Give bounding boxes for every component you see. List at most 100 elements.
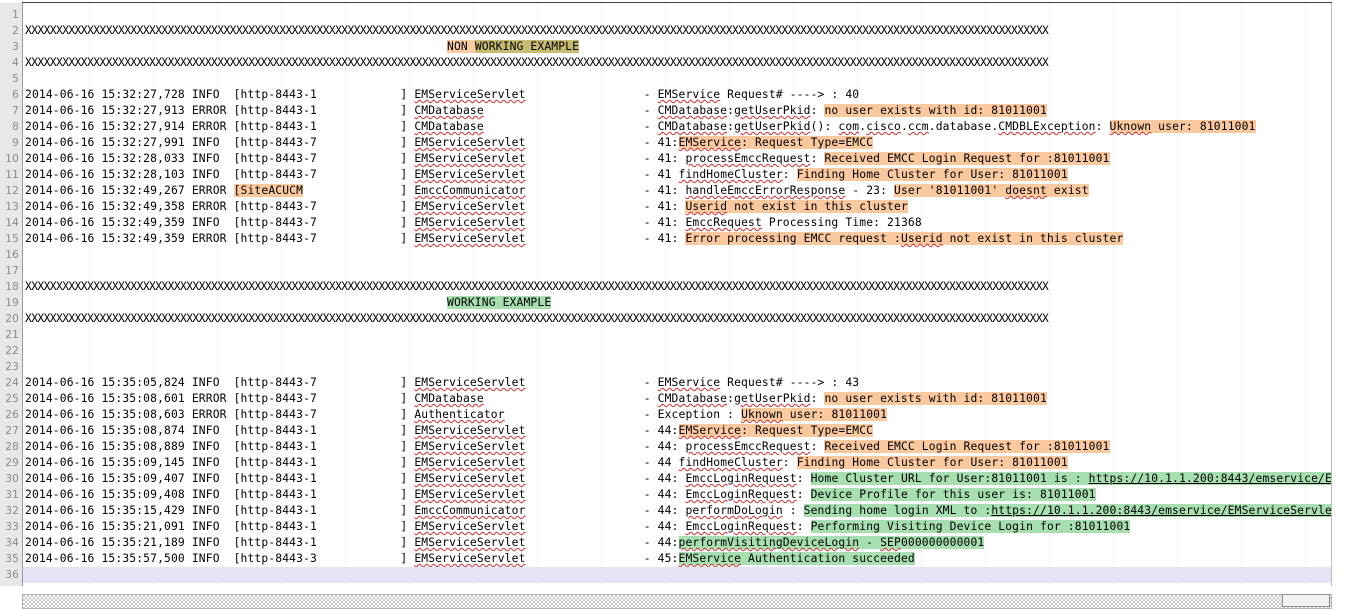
log-line-row[interactable]: 2014-06-16 15:32:28,103 INFO [http-8443-… <box>23 167 1331 183</box>
log-level: ERROR <box>191 120 234 133</box>
row-number[interactable]: 17 <box>0 263 19 279</box>
log-line-row[interactable]: 2014-06-16 15:32:49,267 ERROR [SiteACUCM… <box>23 183 1331 199</box>
separator-row[interactable]: XXXXXXXXXXXXXXXXXXXXXXXXXXXXXXXXXXXXXXXX… <box>23 279 1331 295</box>
row-number[interactable]: 22 <box>0 343 19 359</box>
log-line-row[interactable]: 2014-06-16 15:32:27,913 ERROR [http-8443… <box>23 103 1331 119</box>
log-message-highlight: EMService: Request Type=EMCC <box>678 424 874 437</box>
row-text: 2014-06-16 15:35:09,407 INFO [http-8443-… <box>25 471 1331 487</box>
log-timestamp: 2014-06-16 15:35:05,824 <box>25 376 192 389</box>
scrollbar-thumb[interactable] <box>1282 594 1330 607</box>
log-line-row[interactable]: 2014-06-16 15:35:08,874 INFO [http-8443-… <box>23 423 1331 439</box>
log-line-row[interactable]: 2014-06-16 15:35:08,889 INFO [http-8443-… <box>23 439 1331 455</box>
log-message-plain: EMService Request# ----> : 40 <box>657 88 860 101</box>
row-number[interactable]: 3 <box>0 39 19 55</box>
row-number[interactable]: 33 <box>0 519 19 535</box>
row-number[interactable]: 19 <box>0 295 19 311</box>
row-number[interactable]: 29 <box>0 455 19 471</box>
log-line-row[interactable]: 2014-06-16 15:32:27,991 INFO [http-8443-… <box>23 135 1331 151</box>
working-banner-row[interactable]: WORKING EXAMPLE <box>23 295 1331 311</box>
log-thread: [http-8443-7 <box>233 136 317 149</box>
row-number[interactable]: 28 <box>0 439 19 455</box>
log-message-highlight: Uknown user: 81011001 <box>1109 120 1256 133</box>
row-number[interactable]: 30 <box>0 471 19 487</box>
row-number[interactable]: 15 <box>0 231 19 247</box>
log-line-row[interactable]: 2014-06-16 15:35:08,603 ERROR [http-8443… <box>23 407 1331 423</box>
sheet-body[interactable]: XXXXXXXXXXXXXXXXXXXXXXXXXXXXXXXXXXXXXXXX… <box>23 3 1332 586</box>
log-line-row[interactable]: 2014-06-16 15:35:15,429 INFO [http-8443-… <box>23 503 1331 519</box>
row-number[interactable]: 24 <box>0 375 19 391</box>
log-line-row[interactable]: 2014-06-16 15:35:05,824 INFO [http-8443-… <box>23 375 1331 391</box>
log-message-highlight: Home Cluster URL for User:81011001 is : <box>810 472 1089 485</box>
row-number[interactable]: 11 <box>0 167 19 183</box>
log-message-highlight: no user exists with id: 81011001 <box>824 392 1047 405</box>
log-line-row[interactable]: 2014-06-16 15:32:49,359 ERROR [http-8443… <box>23 231 1331 247</box>
log-line-row[interactable]: 2014-06-16 15:35:08,601 ERROR [http-8443… <box>23 391 1331 407</box>
log-line-row[interactable]: 2014-06-16 15:32:27,914 ERROR [http-8443… <box>23 119 1331 135</box>
log-dash: - <box>622 184 658 197</box>
separator-row[interactable]: XXXXXXXXXXXXXXXXXXXXXXXXXXXXXXXXXXXXXXXX… <box>23 311 1331 327</box>
log-line-row[interactable]: 2014-06-16 15:35:21,189 INFO [http-8443-… <box>23 535 1331 551</box>
row-number[interactable]: 16 <box>0 247 19 263</box>
log-message-plain: 41: <box>657 232 686 245</box>
log-line-row[interactable]: 2014-06-16 15:35:21,091 INFO [http-8443-… <box>23 519 1331 535</box>
row-text: 2014-06-16 15:35:09,408 INFO [http-8443-… <box>25 487 1096 503</box>
row-number[interactable]: 26 <box>0 407 19 423</box>
row-number[interactable]: 13 <box>0 199 19 215</box>
separator-row[interactable]: XXXXXXXXXXXXXXXXXXXXXXXXXXXXXXXXXXXXXXXX… <box>23 23 1331 39</box>
row-number[interactable]: 1 <box>0 7 19 23</box>
log-line-row[interactable]: 2014-06-16 15:32:28,033 INFO [http-8443-… <box>23 151 1331 167</box>
log-line-row[interactable]: 2014-06-16 15:35:09,407 INFO [http-8443-… <box>23 471 1331 487</box>
row-number[interactable]: 27 <box>0 423 19 439</box>
log-line-row[interactable]: 2014-06-16 15:35:57,500 INFO [http-8443-… <box>23 551 1331 567</box>
row-number[interactable]: 34 <box>0 535 19 551</box>
log-message-plain: 44: <box>657 536 679 549</box>
row-number[interactable]: 5 <box>0 71 19 87</box>
row-number[interactable]: 35 <box>0 551 19 567</box>
row-number[interactable]: 14 <box>0 215 19 231</box>
log-timestamp: 2014-06-16 15:32:27,914 <box>25 120 192 133</box>
log-timestamp: 2014-06-16 15:32:49,267 <box>25 184 192 197</box>
log-line-row[interactable]: 2014-06-16 15:32:49,358 ERROR [http-8443… <box>23 199 1331 215</box>
row-number[interactable]: 32 <box>0 503 19 519</box>
log-level: INFO <box>191 216 234 229</box>
log-bracket: ] <box>400 536 408 549</box>
row-number[interactable]: 21 <box>0 327 19 343</box>
row-number[interactable]: 18 <box>0 279 19 295</box>
selected-row[interactable] <box>23 567 1331 583</box>
row-number[interactable]: 23 <box>0 359 19 375</box>
log-line-row[interactable]: 2014-06-16 15:35:09,145 INFO [http-8443-… <box>23 455 1331 471</box>
log-line-row[interactable]: 2014-06-16 15:35:09,408 INFO [http-8443-… <box>23 487 1331 503</box>
horizontal-scrollbar[interactable] <box>0 586 1345 611</box>
non-working-banner-row[interactable]: NON WORKING EXAMPLE <box>23 39 1331 55</box>
log-message-highlight: no user exists with id: 81011001 <box>824 104 1047 117</box>
row-text: NON WORKING EXAMPLE <box>447 39 580 55</box>
row-number[interactable]: 6 <box>0 87 19 103</box>
log-row-area[interactable]: XXXXXXXXXXXXXXXXXXXXXXXXXXXXXXXXXXXXXXXX… <box>23 3 1331 586</box>
log-logger: EmccCommunicator <box>414 504 526 517</box>
log-thread: [http-8443-7 <box>233 232 317 245</box>
row-number[interactable]: 2 <box>0 23 19 39</box>
log-dash: - <box>622 216 658 229</box>
row-number[interactable]: 9 <box>0 135 19 151</box>
separator-row[interactable]: XXXXXXXXXXXXXXXXXXXXXXXXXXXXXXXXXXXXXXXX… <box>23 55 1331 71</box>
log-line-row[interactable]: 2014-06-16 15:32:49,359 INFO [http-8443-… <box>23 215 1331 231</box>
log-line-row[interactable]: 2014-06-16 15:32:27,728 INFO [http-8443-… <box>23 87 1331 103</box>
row-text: WORKING EXAMPLE <box>447 295 552 311</box>
log-dash: - <box>622 408 658 421</box>
row-number[interactable]: 10 <box>0 151 19 167</box>
log-message: 44: EmccLoginRequest: Performing Visitin… <box>658 520 1131 533</box>
log-message-highlight: Device Profile for this user is: 8101100… <box>810 488 1096 501</box>
row-number[interactable]: 31 <box>0 487 19 503</box>
row-number[interactable]: 8 <box>0 119 19 135</box>
row-number[interactable]: 12 <box>0 183 19 199</box>
log-dash: - <box>622 88 658 101</box>
row-number-gutter[interactable]: 1 2 3 4 5 6 7 8 9 10 11 12 13 14 15 16 17 18 19 20 21 22 23 24 2… <box>0 3 23 586</box>
scrollbar-track[interactable] <box>22 594 1332 609</box>
row-number[interactable]: 25 <box>0 391 19 407</box>
row-number[interactable]: 20 <box>0 311 19 327</box>
row-number[interactable]: 36 <box>0 567 19 583</box>
log-message-highlight: EMService: Request Type=EMCC <box>678 136 874 149</box>
log-message-plain: CMDatabase:getUserPkid: <box>657 392 825 405</box>
row-number[interactable]: 7 <box>0 103 19 119</box>
row-number[interactable]: 4 <box>0 55 19 71</box>
